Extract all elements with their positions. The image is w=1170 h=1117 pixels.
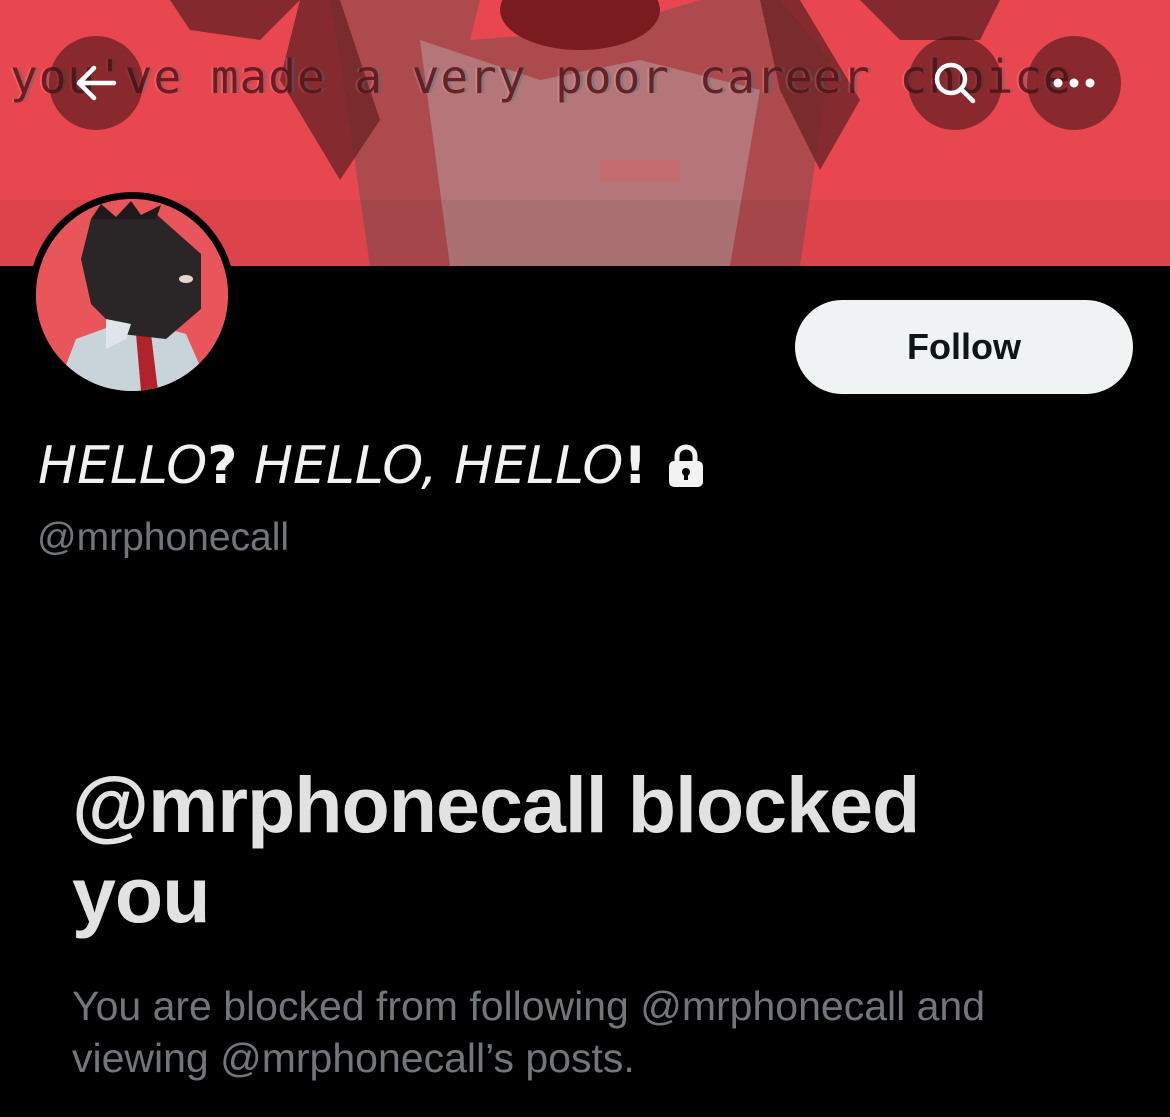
blocked-description: You are blocked from following @mrphonec… (72, 983, 986, 1081)
display-name-part-4: ! (623, 436, 648, 496)
avatar[interactable] (29, 192, 235, 398)
blocked-title: @mrphonecall blocked you (72, 760, 920, 939)
avatar-image (36, 199, 228, 391)
profile-handle: @mrphonecall (37, 516, 290, 559)
follow-button[interactable]: Follow (795, 300, 1133, 394)
back-button[interactable] (49, 36, 143, 130)
more-options-button[interactable] (1027, 36, 1121, 130)
display-name: HELLO? HELLO, HELLO! (38, 436, 705, 496)
display-name-part-1: HELLO (38, 436, 208, 496)
search-icon (934, 62, 976, 104)
display-name-part-3: HELLO, HELLO (237, 436, 624, 496)
lock-icon (669, 444, 704, 487)
display-name-part-2: ? (207, 436, 238, 496)
search-button[interactable] (908, 36, 1002, 130)
more-horizontal-icon (1053, 78, 1095, 88)
arrow-left-icon (76, 65, 117, 101)
